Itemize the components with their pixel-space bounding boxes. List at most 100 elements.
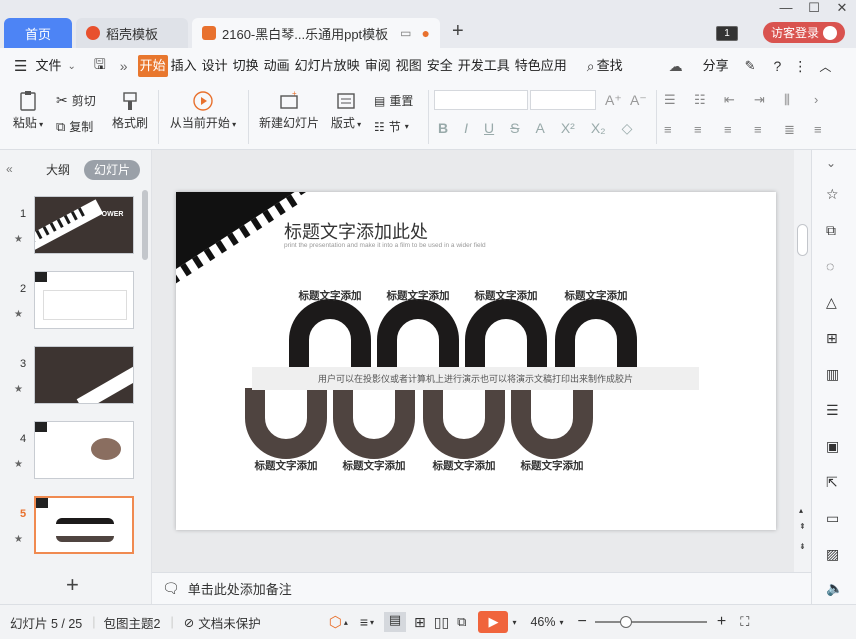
copy-button[interactable]: ⧉ 复制: [56, 118, 93, 135]
bottom-label[interactable]: 标题文字添加: [506, 458, 598, 473]
layout-button[interactable]: 版式 ▾: [328, 90, 364, 131]
top-label[interactable]: 标题文字添加: [550, 288, 642, 303]
clear-format-icon[interactable]: ◇: [622, 120, 633, 137]
settings-sliders-icon[interactable]: ☰: [826, 402, 842, 418]
increase-indent-icon[interactable]: ⇥: [754, 92, 784, 108]
tab-daoke-templates[interactable]: 稻壳模板: [76, 18, 188, 48]
guest-login-button[interactable]: 访客登录: [763, 22, 845, 43]
strikethrough-icon[interactable]: S: [510, 120, 519, 137]
decrease-indent-icon[interactable]: ⇤: [724, 92, 754, 108]
close-button[interactable]: ✕: [828, 0, 856, 18]
reset-button[interactable]: ▤ 重置: [374, 92, 413, 109]
share-out-icon[interactable]: ⇱: [826, 474, 842, 490]
help-icon[interactable]: ?: [774, 58, 782, 74]
font-color-icon[interactable]: A: [535, 120, 544, 137]
slide-counter[interactable]: 幻灯片 5 / 25: [10, 613, 82, 632]
collapse-ribbon-icon[interactable]: ︿: [819, 58, 831, 75]
notes-bar[interactable]: 🗨 单击此处添加备注: [152, 572, 811, 604]
scroll-thumb[interactable]: [797, 224, 808, 256]
scroll-up-icon[interactable]: ▴: [799, 506, 803, 515]
slide-thumbnail-3[interactable]: 3 ★: [0, 346, 150, 408]
caption-band-text[interactable]: 用户可以在投影仪或者计算机上进行演示也可以将演示文稿打印出来制作成胶片: [252, 372, 699, 385]
menu-tab-3[interactable]: 切换: [231, 55, 261, 77]
chart-icon[interactable]: ▥: [826, 366, 842, 382]
current-slide[interactable]: 标题文字添加此处 print the presentation and make…: [176, 192, 776, 530]
subscript-icon[interactable]: X₂: [591, 120, 606, 137]
top-label[interactable]: 标题文字添加: [284, 288, 376, 303]
superscript-icon[interactable]: X²: [561, 120, 575, 137]
presenter-view-icon[interactable]: ⧉: [457, 614, 466, 630]
italic-icon[interactable]: I: [464, 120, 468, 137]
menu-file[interactable]: 文件: [33, 55, 63, 77]
menu-tab-1[interactable]: 插入: [169, 55, 199, 77]
menu-tab-9[interactable]: 开发工具: [456, 55, 512, 77]
font-size-select[interactable]: [530, 90, 596, 110]
distribute-icon[interactable]: ≣: [784, 122, 814, 138]
notes-placeholder[interactable]: 单击此处添加备注: [188, 579, 292, 598]
menu-tab-8[interactable]: 安全: [425, 55, 455, 77]
bottom-label[interactable]: 标题文字添加: [328, 458, 420, 473]
align-right-icon[interactable]: ≡: [724, 122, 754, 138]
theme-name[interactable]: 包图主题2: [104, 613, 161, 632]
notes-toggle-icon[interactable]: ≡: [360, 614, 368, 630]
line-spacing-icon[interactable]: ≡: [814, 122, 844, 138]
slide-thumbnail-4[interactable]: 4 ★: [0, 421, 150, 483]
archive-icon[interactable]: ▭: [826, 510, 842, 526]
slide-sorter-icon[interactable]: ⊞: [414, 614, 426, 631]
new-slide-button[interactable]: + 新建幻灯片: [256, 90, 322, 131]
chevron-down-icon[interactable]: ▾: [512, 618, 516, 627]
chevron-down-icon[interactable]: ▾: [370, 618, 374, 627]
font-grow-icon[interactable]: A⁺: [605, 92, 622, 109]
image-gallery-icon[interactable]: ▣: [826, 438, 842, 454]
play-from-current-button[interactable]: 从当前开始 ▾: [166, 90, 240, 131]
fit-window-icon[interactable]: ⛶: [740, 614, 749, 630]
zoom-slider[interactable]: [594, 616, 707, 628]
paste-button[interactable]: 粘贴 ▾: [10, 90, 46, 131]
align-center-icon[interactable]: ≡: [694, 122, 724, 138]
speaker-icon[interactable]: 🔈: [826, 580, 843, 596]
bold-icon[interactable]: B: [438, 120, 448, 137]
normal-view-icon[interactable]: ▤: [384, 612, 407, 632]
menu-tab-5[interactable]: 幻灯片放映: [293, 55, 362, 77]
chevron-down-icon[interactable]: ▾: [560, 618, 564, 627]
justify-icon[interactable]: ≡: [754, 122, 784, 138]
font-family-select[interactable]: [434, 90, 528, 110]
align-left-icon[interactable]: ≡: [664, 122, 694, 138]
new-tab-button[interactable]: +: [452, 20, 464, 43]
reading-view-icon[interactable]: ▯▯: [434, 614, 449, 631]
tab-document[interactable]: 2160-黑白琴...乐通用ppt模板 ▭ ●: [192, 18, 440, 48]
zoom-slider-handle[interactable]: [619, 616, 632, 628]
menu-tab-2[interactable]: 设计: [200, 55, 230, 77]
text-direction-icon[interactable]: ⫼: [784, 92, 814, 108]
chevron-down-icon[interactable]: ⌄: [67, 61, 75, 72]
smart-beautify-icon[interactable]: ⬡: [329, 613, 342, 631]
menu-tab-6[interactable]: 审阅: [363, 55, 393, 77]
comment-icon[interactable]: ✎: [745, 58, 756, 74]
zoom-out-button[interactable]: −: [578, 613, 587, 631]
shapes-icon[interactable]: ◌: [826, 258, 842, 274]
chevron-up-icon[interactable]: ▴: [344, 618, 348, 627]
slide-thumbnail-2[interactable]: 2 ★: [0, 271, 150, 333]
maximize-button[interactable]: ☐: [800, 0, 828, 18]
star-shape-icon[interactable]: ☆: [826, 186, 842, 202]
more-icon[interactable]: »: [120, 58, 128, 74]
window-count-badge[interactable]: 1: [716, 26, 738, 41]
underline-icon[interactable]: U: [484, 120, 494, 137]
menu-share[interactable]: 分享: [701, 55, 731, 77]
numbered-list-icon[interactable]: ☷: [694, 92, 724, 108]
menu-search[interactable]: 查找: [595, 55, 625, 77]
hamburger-icon[interactable]: ☰: [14, 57, 27, 75]
cloud-icon[interactable]: ☁: [669, 58, 683, 75]
zoom-in-button[interactable]: +: [717, 613, 726, 631]
scroll-prev-icon[interactable]: ⇞: [799, 522, 806, 531]
font-shrink-icon[interactable]: A⁻: [630, 92, 647, 109]
bullet-list-icon[interactable]: ☰: [664, 92, 694, 108]
slide-title[interactable]: 标题文字添加此处: [284, 218, 428, 244]
more-paragraph-icon[interactable]: ›: [814, 92, 844, 108]
top-label[interactable]: 标题文字添加: [460, 288, 552, 303]
slide-subtitle[interactable]: print the presentation and make it into …: [284, 242, 486, 249]
protection-status[interactable]: 文档未保护: [198, 613, 261, 632]
menu-tab-0[interactable]: 开始: [137, 55, 168, 77]
cut-button[interactable]: ✂ 剪切: [56, 92, 96, 109]
zoom-level[interactable]: 46%: [530, 615, 555, 629]
